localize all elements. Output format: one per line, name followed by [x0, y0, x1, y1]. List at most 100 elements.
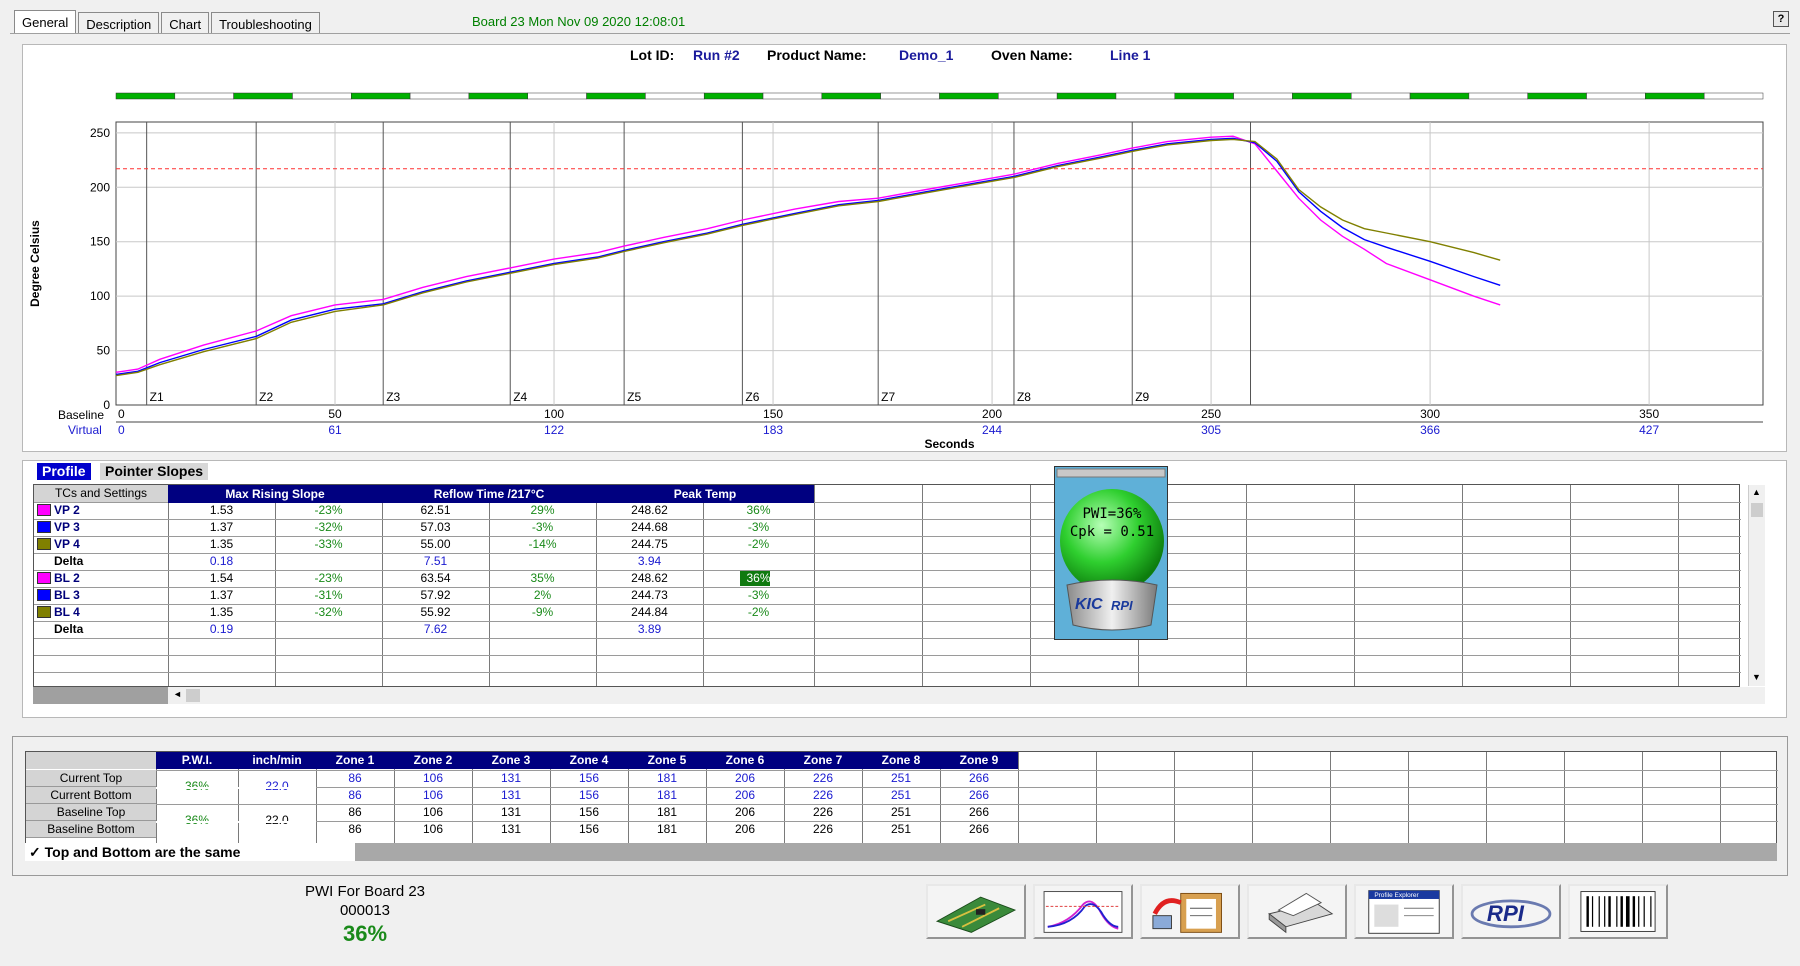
- oven-segment: [468, 92, 528, 100]
- green-globe-icon: [1060, 489, 1164, 593]
- value-cell: 1.54: [209, 571, 234, 585]
- tab-pointer-slopes[interactable]: Pointer Slopes: [100, 463, 209, 480]
- zone-setpoint-value: 131: [500, 822, 522, 836]
- zone-setpoint-value: 266: [968, 805, 990, 819]
- checkbox-row: ✓ Top and Bottom are the same: [25, 843, 1777, 861]
- y-tick-label: 0: [103, 398, 110, 412]
- settings-row-label: Current Top: [26, 770, 156, 787]
- zone-setpoint-value: 156: [578, 771, 600, 785]
- zone-setpoint-value: 86: [348, 788, 362, 802]
- oven-segment: [645, 92, 705, 100]
- grid-column-line: [1408, 752, 1409, 845]
- zone-setpoint-value: 266: [968, 771, 990, 785]
- product-name-value: Demo_1: [899, 47, 954, 63]
- rpi-button[interactable]: RPI: [1461, 884, 1561, 939]
- grid-row-line: [34, 672, 1741, 673]
- tab-profile[interactable]: Profile: [37, 463, 91, 480]
- tc-row-label: VP 3: [54, 520, 80, 534]
- scroll-up-icon[interactable]: ▲: [1752, 487, 1761, 497]
- y-axis-title: Degree Celsius: [28, 220, 42, 307]
- zone-setpoint-value: 206: [734, 771, 756, 785]
- pwi-footer-value: 36%: [342, 921, 388, 946]
- baseline-axis-label: Baseline: [58, 408, 104, 422]
- scroll-thumb[interactable]: [1751, 503, 1763, 517]
- profile-results-grid: TCs and Settings Max Rising Slope Reflow T…: [33, 484, 1741, 687]
- kic-logo: KIC: [1075, 596, 1103, 613]
- barcode-button[interactable]: [1568, 884, 1668, 939]
- product-name-label: Product Name:: [767, 47, 867, 63]
- zone-setpoint-value: 226: [812, 805, 834, 819]
- barcode-bar: [1598, 896, 1600, 927]
- tc-row-label: BL 3: [54, 588, 80, 602]
- percent-cell: -31%: [314, 588, 343, 602]
- rpi-button-text: RPI: [1487, 901, 1525, 926]
- h-scroll-thumb[interactable]: [186, 689, 200, 702]
- baseline-tick-label: 100: [544, 407, 564, 421]
- oven-segment: [821, 92, 881, 100]
- virtual-tick-label: 244: [982, 423, 1002, 437]
- print-button[interactable]: [1247, 884, 1347, 939]
- profile-explorer-button[interactable]: Profile Explorer: [1354, 884, 1454, 939]
- percent-cell: -2%: [747, 537, 770, 551]
- virtual-tick-label: 183: [763, 423, 783, 437]
- tab-description[interactable]: Description: [78, 12, 160, 34]
- oven-segment: [1292, 92, 1352, 100]
- tc-row-label: VP 4: [54, 537, 80, 551]
- settings-corner: [26, 752, 156, 769]
- checkbox-check-icon[interactable]: ✓: [29, 844, 41, 860]
- circuit-board-button[interactable]: [926, 884, 1026, 939]
- baseline-tick-label: 0: [118, 407, 125, 421]
- oven-name-label: Oven Name:: [991, 47, 1073, 63]
- rpi-logo: RPI: [1111, 598, 1133, 613]
- vertical-scrollbar[interactable]: ▲ ▼: [1748, 485, 1765, 686]
- tab-troubleshooting[interactable]: Troubleshooting: [211, 12, 320, 34]
- settings-column-header: Zone 1: [316, 752, 394, 769]
- zone-setpoint-value: 131: [500, 771, 522, 785]
- horizontal-scrollbar[interactable]: ◄: [33, 687, 1765, 704]
- scroll-left-icon[interactable]: ◄: [173, 689, 182, 699]
- settings-column-header: Zone 2: [394, 752, 472, 769]
- tab-general[interactable]: General: [14, 10, 77, 34]
- barcode-bar: [1586, 896, 1589, 927]
- clipboard-export-button[interactable]: [1140, 884, 1240, 939]
- oven-segment: [998, 92, 1058, 100]
- value-cell: 63.54: [420, 571, 451, 585]
- grid-column-line: [1252, 752, 1253, 845]
- value-cell: 7.51: [423, 554, 448, 568]
- barcode-bar: [1604, 896, 1606, 927]
- grid-column-line: [1486, 752, 1487, 845]
- tab-chart[interactable]: Chart: [161, 12, 210, 34]
- percent-cell: 2%: [533, 588, 552, 602]
- value-cell: 7.62: [423, 622, 448, 636]
- tc-color-swatch: [37, 521, 51, 533]
- percent-cell: -14%: [528, 537, 557, 551]
- scroll-down-icon[interactable]: ▼: [1752, 672, 1761, 682]
- help-button[interactable]: ?: [1773, 11, 1789, 27]
- barcode-bar: [1616, 896, 1618, 927]
- grid-row-line: [34, 655, 1741, 656]
- virtual-tick-label: 0: [118, 423, 125, 437]
- zone-setpoint-value: 86: [348, 805, 362, 819]
- pwi-footer-id: 000013: [339, 902, 391, 919]
- temperature-profile-chart[interactable]: 0 50 100 150 200 250 Z1 Z2 Z3 Z4 Z5 Z6 Z7 Z8 Z9 Baselin…: [23, 67, 1788, 452]
- pwi-footer-title: PWI For Board 23: [304, 883, 426, 900]
- rpi-logo-icon: RPI: [1470, 899, 1552, 929]
- baseline-tick-label: 350: [1639, 407, 1659, 421]
- profile-chart-button[interactable]: [1033, 884, 1133, 939]
- value-cell: 1.37: [209, 588, 234, 602]
- zone-label: Z8: [1017, 390, 1031, 404]
- percent-cell: -2%: [747, 605, 770, 619]
- barcode-bar: [1643, 896, 1645, 927]
- top-bottom-same-checkbox[interactable]: ✓ Top and Bottom are the same: [25, 843, 355, 861]
- virtual-tick-label: 122: [544, 423, 564, 437]
- zone-setpoint-value: 266: [968, 788, 990, 802]
- virtual-tick-label: 366: [1420, 423, 1440, 437]
- zone-setpoint-value: 156: [578, 805, 600, 819]
- zone-setpoint-value: 131: [500, 805, 522, 819]
- zone-setpoint-value: 106: [422, 771, 444, 785]
- percent-cell: -3%: [531, 520, 554, 534]
- percent-cell: -32%: [314, 605, 343, 619]
- percent-cell: 35%: [530, 571, 555, 585]
- value-cell: 248.62: [631, 503, 668, 517]
- zone-label: Z9: [1135, 390, 1149, 404]
